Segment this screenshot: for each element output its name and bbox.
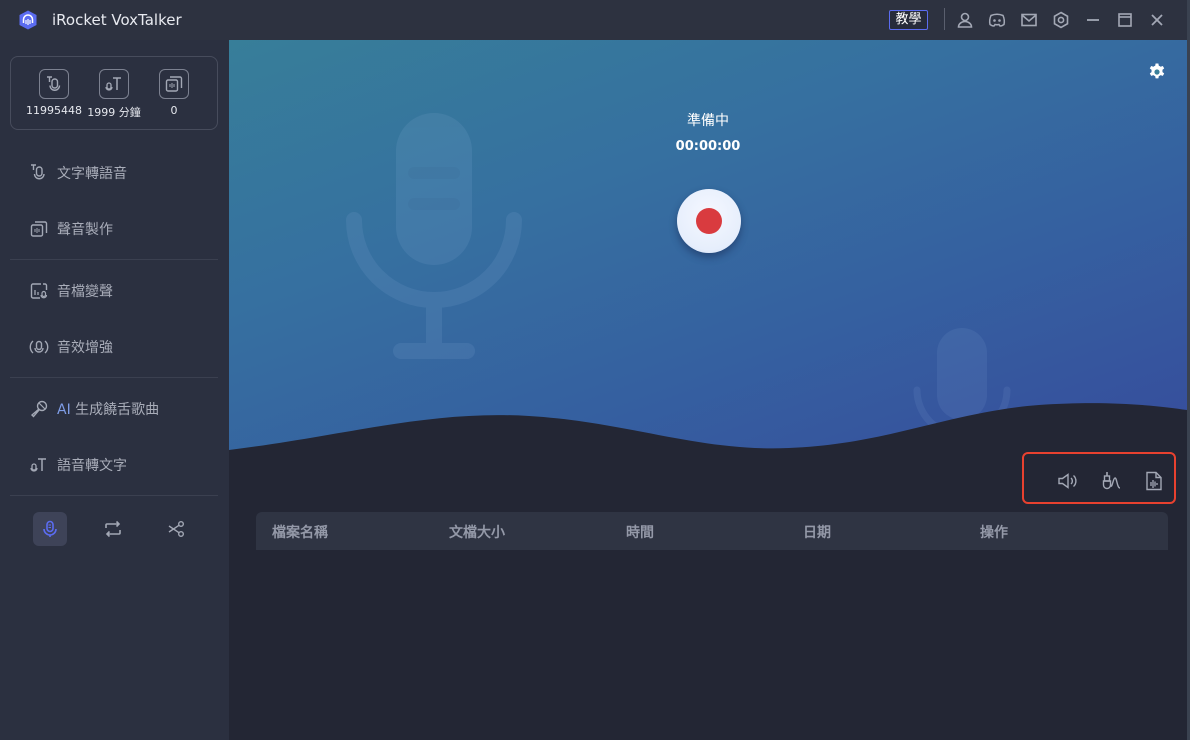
stat-value: 0: [170, 104, 178, 117]
record-button[interactable]: [677, 189, 741, 253]
app-logo-icon: [18, 10, 38, 30]
sidebar-divider: [10, 495, 218, 496]
microphone-icon: [43, 520, 57, 537]
sidebar-item-voice-creation[interactable]: 聲音製作: [28, 217, 218, 241]
column-file-size[interactable]: 文檔大小: [449, 522, 505, 542]
tab-cut[interactable]: [159, 512, 193, 546]
title-bar: iRocket VoxTalker 教學: [0, 0, 1190, 40]
sidebar-item-label: AI 生成饒舌歌曲: [57, 399, 159, 419]
sidebar-item-ai-rap-song[interactable]: AI 生成饒舌歌曲: [28, 397, 218, 421]
speech-to-text-icon: [28, 454, 50, 476]
record-dot-icon: [696, 208, 722, 234]
tab-convert[interactable]: [96, 512, 130, 546]
discord-icon[interactable]: [988, 11, 1006, 29]
sidebar-item-label: 語音轉文字: [57, 458, 127, 474]
speech-to-text-icon: [99, 69, 129, 99]
recordings-table-header: 檔案名稱 文檔大小 時間 日期 操作: [256, 512, 1168, 550]
sidebar-item-audio-enhance[interactable]: 音效增強: [28, 335, 218, 359]
column-duration[interactable]: 時間: [626, 522, 654, 542]
ai-prefix: AI: [57, 402, 71, 418]
recording-status: 準備中: [687, 113, 729, 129]
audio-tools-highlight: [1022, 452, 1176, 504]
titlebar-divider: [944, 8, 945, 30]
maximize-icon[interactable]: [1116, 11, 1134, 29]
audio-voice-change-icon: [28, 280, 50, 302]
repeat-icon: [105, 520, 121, 538]
tutorial-button[interactable]: 教學: [889, 10, 928, 30]
sidebar-item-label-text: 生成饒舌歌曲: [70, 402, 160, 418]
column-file-name[interactable]: 檔案名稱: [272, 522, 328, 542]
main-panel: 準備中 00:00:00 檔案名稱 文檔大小 時間 日期 操作: [229, 40, 1190, 740]
sidebar-item-label: 文字轉語音: [57, 166, 127, 182]
close-icon[interactable]: [1148, 11, 1166, 29]
usage-stats-panel: 11995448 1999 分鐘 0: [10, 56, 218, 130]
scissors-icon: [168, 521, 184, 537]
sidebar-item-text-to-speech[interactable]: 文字轉語音: [28, 161, 218, 185]
audio-file-icon[interactable]: [1143, 470, 1165, 492]
tab-record[interactable]: [33, 512, 67, 546]
voice-clone-icon: [159, 69, 189, 99]
column-date[interactable]: 日期: [803, 522, 831, 542]
sidebar-item-label: 音檔變聲: [57, 284, 113, 300]
gear-icon[interactable]: [1147, 62, 1167, 82]
user-icon[interactable]: [956, 11, 974, 29]
column-actions: 操作: [980, 525, 1008, 541]
microphone-karaoke-icon: [28, 398, 50, 420]
sidebar: 11995448 1999 分鐘 0 文字轉語音 聲音製作 音檔變聲 音效增強 …: [0, 40, 229, 740]
voice-clone-icon: [28, 218, 50, 240]
text-to-speech-icon: [28, 162, 50, 184]
settings-hex-icon[interactable]: [1052, 11, 1070, 29]
audio-enhance-icon: [28, 336, 50, 358]
sidebar-divider: [10, 259, 218, 260]
audio-jack-icon[interactable]: [1100, 470, 1122, 492]
stat-voice-clone: 0: [139, 69, 209, 117]
mail-icon[interactable]: [1020, 11, 1038, 29]
sidebar-item-label: 聲音製作: [57, 222, 113, 238]
minimize-icon[interactable]: [1084, 11, 1102, 29]
sidebar-item-speech-to-text[interactable]: 語音轉文字: [28, 453, 218, 477]
app-title: iRocket VoxTalker: [52, 11, 182, 29]
sidebar-item-audio-voice-change[interactable]: 音檔變聲: [28, 279, 218, 303]
text-to-speech-icon: [39, 69, 69, 99]
recording-timer: 00:00:00: [675, 139, 741, 154]
recorder-banner: 準備中 00:00:00: [229, 40, 1187, 460]
speaker-icon[interactable]: [1056, 470, 1078, 492]
sidebar-item-label: 音效增強: [57, 340, 113, 356]
sidebar-divider: [10, 377, 218, 378]
